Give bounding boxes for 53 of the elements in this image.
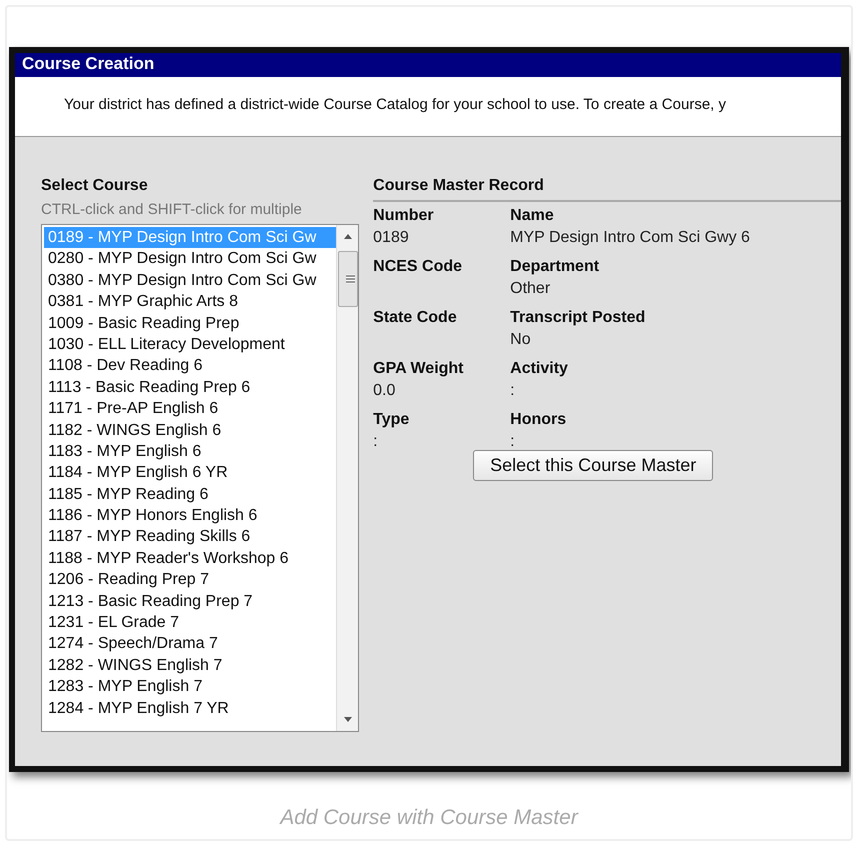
list-item[interactable]: 1009 - Basic Reading Prep (44, 312, 336, 334)
field-label: NCES Code (373, 257, 464, 277)
list-item[interactable]: 1206 - Reading Prep 7 (44, 569, 336, 591)
list-item[interactable]: 1185 - MYP Reading 6 (44, 484, 336, 506)
field-label: Honors (510, 410, 568, 430)
list-item[interactable]: 1113 - Basic Reading Prep 6 (44, 376, 336, 398)
field-label: Name (510, 206, 555, 226)
field-value: No (510, 330, 532, 350)
list-item[interactable]: 1283 - MYP English 7 (44, 676, 336, 698)
list-item[interactable]: 1183 - MYP English 6 (44, 440, 336, 462)
field-label: Number (373, 206, 435, 226)
list-item[interactable]: 1108 - Dev Reading 6 (44, 355, 336, 377)
list-item[interactable]: 1182 - WINGS English 6 (44, 420, 336, 441)
list-item[interactable]: 1187 - MYP Reading Skills 6 (44, 526, 336, 548)
scroll-thumb[interactable] (338, 251, 358, 307)
list-item[interactable]: 1213 - Basic Reading Prep 7 (44, 590, 336, 612)
field-value: : (510, 432, 516, 452)
list-item[interactable]: 1188 - MYP Reader's Workshop 6 (44, 548, 336, 570)
field-label: State Code (373, 308, 458, 328)
field-value: MYP Design Intro Com Sci Gwy 6 (510, 228, 751, 248)
field-value: Other (510, 279, 552, 299)
list-item[interactable]: 0380 - MYP Design Intro Com Sci Gw (44, 270, 336, 292)
grip-icon (346, 275, 354, 283)
intro-text: Your district has defined a district-wide Course Catalog for your school to use. To create a Course, y (64, 96, 726, 113)
list-item[interactable]: 1171 - Pre-AP English 6 (44, 398, 336, 420)
list-item[interactable]: 1184 - MYP English 6 YR (44, 462, 336, 484)
section-heading: Course Master Record (373, 177, 841, 202)
field-value: : (510, 381, 516, 401)
field-label: Transcript Posted (510, 308, 646, 328)
field-value: 0.0 (373, 381, 396, 401)
field-label: Department (510, 257, 600, 277)
figure-caption: Add Course with Course Master (278, 806, 580, 830)
field-label: GPA Weight (373, 359, 465, 379)
list-item[interactable]: 1284 - MYP English 7 YR (44, 698, 336, 719)
field-value: : (373, 432, 379, 452)
scrollbar[interactable] (336, 225, 358, 731)
scroll-down-icon[interactable] (342, 717, 352, 723)
course-listbox[interactable] (41, 224, 359, 732)
section-heading: Select Course (41, 177, 149, 196)
list-item[interactable]: 1274 - Speech/Drama 7 (44, 633, 336, 655)
window-title: Course Creation (22, 54, 154, 73)
list-item[interactable]: 1282 - WINGS English 7 (44, 654, 336, 676)
select-course-master-button[interactable]: Select this Course Master (473, 450, 714, 481)
list-item[interactable]: 0381 - MYP Graphic Arts 8 (44, 291, 336, 313)
list-item[interactable]: 1231 - EL Grade 7 (44, 612, 336, 634)
list-item[interactable]: 1030 - ELL Literacy Development (44, 334, 336, 356)
scroll-up-icon[interactable] (342, 233, 352, 239)
field-label: Activity (510, 359, 569, 379)
hint-text: CTRL-click and SHIFT-click for multiple (41, 201, 303, 218)
list-item[interactable]: 1186 - MYP Honors English 6 (44, 505, 336, 526)
list-item[interactable]: 0280 - MYP Design Intro Com Sci Gw (44, 248, 336, 270)
field-label: Type (373, 410, 410, 430)
field-value: 0189 (373, 228, 410, 248)
